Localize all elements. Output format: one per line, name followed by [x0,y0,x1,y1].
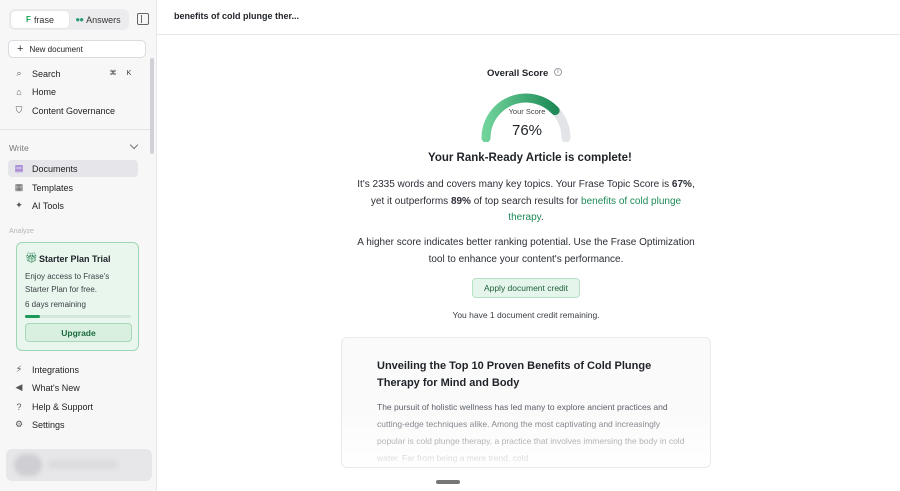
trial-days-remaining: 6 days remaining [25,300,86,309]
header-divider [157,34,900,35]
magic-wand-icon: ✦ [15,200,23,210]
summary-text: of top search results for [470,195,582,207]
section-write-label: Write [9,143,29,153]
collapse-sidebar-icon[interactable] [137,13,149,25]
sidebar: F frase ●● Answers + New document ⌕ Sear… [0,0,157,491]
new-document-button[interactable]: + New document [8,40,146,58]
trial-progress-fill [25,315,40,318]
trial-title: Starter Plan Trial [39,254,111,264]
summary-text: It's 2335 words and covers many key topi… [357,179,672,190]
preview-fade [342,408,710,467]
sidebar-item-documents[interactable]: ▤ Documents [8,160,138,177]
upgrade-button[interactable]: Upgrade [25,323,132,342]
info-icon[interactable]: i [554,68,562,76]
sidebar-item-content-governance[interactable]: ⛉ Content Governance [8,102,138,119]
outperform-value: 89% [450,195,471,207]
shortcut-k-key: K [126,69,132,77]
section-analyze-label: Analyze [9,228,34,235]
article-title: Unveiling the Top 10 Proven Benefits of … [377,360,652,389]
sidebar-item-label: Templates [32,182,74,193]
sidebar-item-label: Home [32,86,57,97]
score-summary: It's 2335 words and covers many key topi… [356,177,696,227]
trial-card: 🎁︎ Starter Plan Trial Enjoy access to Fr… [16,242,139,351]
sidebar-item-label: Documents [32,163,78,174]
trial-description: Enjoy access to Frase's Starter Plan for… [25,272,110,294]
templates-icon: ▦ [14,182,24,192]
summary-text: . [540,212,544,223]
sidebar-item-label: Content Governance [32,105,116,116]
product-switcher: F frase ●● Answers [9,9,129,30]
credit-remaining-note: You have 1 document credit remaining. [452,310,600,320]
gift-icon: 🎁︎ [25,253,38,264]
home-icon: ⌂ [16,86,22,97]
tab-answers-label: Answers [86,14,121,25]
trial-progress-bar [25,315,131,318]
score-value: 76% [511,122,543,139]
gear-icon: ⚙︎ [14,419,24,429]
overall-score-label: Overall Score [487,68,549,79]
tab-answers[interactable]: ●● Answers [69,11,127,28]
chevron-down-icon[interactable] [129,140,139,150]
tab-frase[interactable]: F frase [11,11,69,28]
user-account[interactable] [6,449,152,481]
divider [0,129,152,130]
sidebar-item-label: Help & Support [32,401,94,412]
search-icon: ⌕ [16,68,22,78]
sidebar-item-label: Settings [32,419,65,430]
plug-icon: ⚡︎ [15,364,23,374]
plus-icon: + [17,42,24,55]
score-tip: A higher score indicates better ranking … [357,237,695,265]
scroll-handle[interactable] [436,480,460,484]
shortcut-mod-key: ⌘ [109,70,117,77]
sidebar-item-label: Integrations [32,364,80,375]
article-preview-card[interactable]: Unveiling the Top 10 Proven Benefits of … [341,337,711,468]
document-icon: ▤ [14,163,24,173]
help-icon: ? [16,401,22,412]
sidebar-item-templates[interactable]: ▦ Templates [8,179,138,196]
sidebar-item-home[interactable]: ⌂ Home [8,83,138,100]
tab-frase-label: frase [33,14,54,25]
sidebar-item-label: What's New [32,382,80,393]
sidebar-item-help-support[interactable]: ? Help & Support [8,398,138,415]
sidebar-item-label: Search [32,68,61,79]
sidebar-item-settings[interactable]: ⚙︎ Settings [8,416,138,433]
answers-icon: ●● [75,15,84,24]
apply-document-credit-button[interactable]: Apply document credit [472,278,580,298]
shield-icon: ⛉ [15,105,23,115]
sidebar-item-integrations[interactable]: ⚡︎ Integrations [8,361,138,378]
sidebar-scrollbar[interactable] [150,58,154,154]
gauge-caption: Your Score [508,107,546,116]
new-document-label: New document [29,44,83,54]
sidebar-item-whats-new[interactable]: ◀ What's New [8,379,138,396]
completion-heading: Your Rank-Ready Article is complete! [428,152,632,164]
document-title[interactable]: benefits of cold plunge ther... [174,11,299,21]
megaphone-icon: ◀ [15,382,23,392]
topic-score-value: 67% [671,179,692,190]
sidebar-item-ai-tools[interactable]: ✦ AI Tools [8,197,138,214]
frase-logo-icon: F [26,15,31,24]
sidebar-item-label: AI Tools [32,200,64,211]
